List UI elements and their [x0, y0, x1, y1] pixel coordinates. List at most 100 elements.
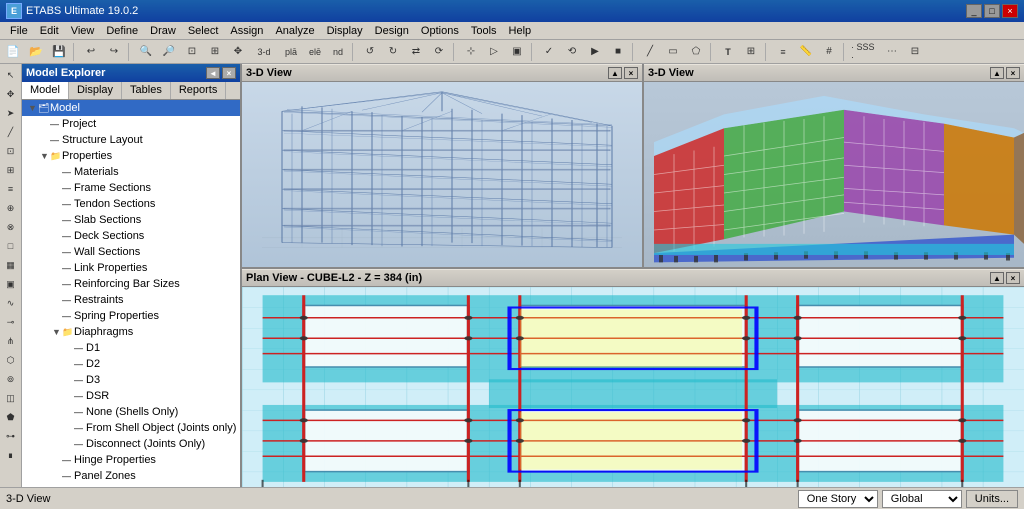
refresh-btn[interactable]: ⟲: [561, 42, 583, 62]
tree-item[interactable]: ▼🗂Model: [22, 100, 240, 116]
stop-btn[interactable]: ■: [607, 42, 629, 62]
pane-3d-right-controls[interactable]: ▲ ×: [990, 67, 1020, 79]
menu-help[interactable]: Help: [503, 24, 538, 38]
lt-move[interactable]: ✥: [2, 85, 20, 103]
lt-tool19[interactable]: ⬟: [2, 408, 20, 426]
pan-btn[interactable]: ✥: [227, 42, 249, 62]
nd-btn[interactable]: nd: [327, 42, 349, 62]
pointer-btn[interactable]: ▷: [483, 42, 505, 62]
pane-3d-right-pin[interactable]: ▲: [990, 67, 1004, 79]
pane-3d-left-pin[interactable]: ▲: [608, 67, 622, 79]
tree-item[interactable]: —DSR: [22, 388, 240, 404]
me-close-btn[interactable]: ×: [222, 67, 236, 79]
poly-btn[interactable]: ⬠: [685, 42, 707, 62]
me-tab-reports[interactable]: Reports: [171, 82, 227, 99]
menu-tools[interactable]: Tools: [465, 24, 503, 38]
menu-draw[interactable]: Draw: [144, 24, 182, 38]
lt-tool17[interactable]: ⊚: [2, 370, 20, 388]
minimize-button[interactable]: _: [966, 4, 982, 18]
menu-design[interactable]: Design: [369, 24, 415, 38]
lt-tool18[interactable]: ◫: [2, 389, 20, 407]
menu-select[interactable]: Select: [182, 24, 225, 38]
lt-tool20[interactable]: ⊶: [2, 427, 20, 445]
lt-tool14[interactable]: ⊸: [2, 313, 20, 331]
tree-item[interactable]: —Restraints: [22, 292, 240, 308]
tree-item[interactable]: —Structure Layout: [22, 132, 240, 148]
lt-tool9[interactable]: ⊗: [2, 218, 20, 236]
zoom-out-btn[interactable]: 🔎: [158, 42, 180, 62]
menu-assign[interactable]: Assign: [224, 24, 269, 38]
line-btn[interactable]: ╱: [639, 42, 661, 62]
me-pin-btn[interactable]: ◄: [206, 67, 220, 79]
tree-item[interactable]: —Tendon Sections: [22, 196, 240, 212]
undo-btn[interactable]: ↩: [80, 42, 102, 62]
tree-item[interactable]: —Reinforcing Bar Sizes: [22, 276, 240, 292]
rubber-btn[interactable]: ▣: [506, 42, 528, 62]
ruler-btn[interactable]: 📏: [795, 42, 817, 62]
text-btn[interactable]: T: [717, 42, 739, 62]
close-button[interactable]: ×: [1002, 4, 1018, 18]
select-btn[interactable]: ⊹: [460, 42, 482, 62]
lt-tool4[interactable]: ╱: [2, 123, 20, 141]
tree-item[interactable]: —D1: [22, 340, 240, 356]
view3d-right-viewport[interactable]: [644, 82, 1024, 267]
menu-analyze[interactable]: Analyze: [269, 24, 320, 38]
rect-btn[interactable]: ▭: [662, 42, 684, 62]
prop-btn[interactable]: ≡: [772, 42, 794, 62]
tree-item[interactable]: —Slab Sections: [22, 212, 240, 228]
lt-tool5[interactable]: ⊡: [2, 142, 20, 160]
titlebar-controls[interactable]: _ □ ×: [966, 4, 1018, 18]
tree-item[interactable]: —Disconnect (Joints Only): [22, 436, 240, 452]
lt-tool12[interactable]: ▣: [2, 275, 20, 293]
new-btn[interactable]: 📄: [2, 42, 24, 62]
tree-item[interactable]: —D3: [22, 372, 240, 388]
pane-3d-left-controls[interactable]: ▲ ×: [608, 67, 638, 79]
redo-btn[interactable]: ↪: [103, 42, 125, 62]
story-dropdown[interactable]: One Story: [798, 490, 878, 508]
pane-plan-controls[interactable]: ▲ ×: [990, 272, 1020, 284]
rot-cw-btn[interactable]: ↻: [382, 42, 404, 62]
me-tab-model[interactable]: Model: [22, 82, 69, 99]
lt-tool21[interactable]: ∎: [2, 446, 20, 464]
tree-item[interactable]: —D2: [22, 356, 240, 372]
reset-btn[interactable]: ⟳: [428, 42, 450, 62]
tree-item[interactable]: ▼📁Properties: [22, 148, 240, 164]
tree-item[interactable]: —None (Shells Only): [22, 404, 240, 420]
tree-item[interactable]: —From Shell Object (Joints only): [22, 420, 240, 436]
tree-item[interactable]: —Frame Sections: [22, 180, 240, 196]
tree-item[interactable]: —Deck Sections: [22, 228, 240, 244]
menu-options[interactable]: Options: [415, 24, 465, 38]
last-btn[interactable]: ⊟: [904, 42, 926, 62]
lt-select[interactable]: ↖: [2, 66, 20, 84]
elev-btn[interactable]: elē: [304, 42, 326, 62]
sss-btn[interactable]: · SSS ·: [850, 42, 880, 62]
extra-btn[interactable]: ⋯: [881, 42, 903, 62]
pane-3d-left-close[interactable]: ×: [624, 67, 638, 79]
maximize-button[interactable]: □: [984, 4, 1000, 18]
tree-item[interactable]: —Panel Zones: [22, 468, 240, 484]
plan-view-viewport[interactable]: [242, 287, 1024, 487]
tree-item[interactable]: —Hinge Properties: [22, 452, 240, 468]
lt-tool13[interactable]: ∿: [2, 294, 20, 312]
tree-item[interactable]: —Spring Properties: [22, 308, 240, 324]
lt-tool6[interactable]: ⊞: [2, 161, 20, 179]
pane-plan-pin[interactable]: ▲: [990, 272, 1004, 284]
lt-arrow[interactable]: ➤: [2, 104, 20, 122]
menu-view[interactable]: View: [65, 24, 101, 38]
zoom-win-btn[interactable]: ⊞: [204, 42, 226, 62]
pane-plan-close[interactable]: ×: [1006, 272, 1020, 284]
pane-3d-right-close[interactable]: ×: [1006, 67, 1020, 79]
global-dropdown[interactable]: Global: [882, 490, 962, 508]
plan-btn[interactable]: pl‌ā: [279, 42, 303, 62]
run-btn[interactable]: ▶: [584, 42, 606, 62]
lt-tool10[interactable]: □: [2, 237, 20, 255]
me-tree[interactable]: ▼🗂Model—Project—Structure Layout▼📁Proper…: [22, 100, 240, 487]
3d-btn[interactable]: 3-d: [250, 42, 278, 62]
zoom-in-btn[interactable]: 🔍: [135, 42, 157, 62]
filter-btn[interactable]: ⊞: [740, 42, 762, 62]
tree-item[interactable]: ▼📁Diaphragms: [22, 324, 240, 340]
menu-display[interactable]: Display: [321, 24, 369, 38]
flip-btn[interactable]: ⇄: [405, 42, 427, 62]
open-btn[interactable]: 📂: [25, 42, 47, 62]
lt-tool15[interactable]: ⋔: [2, 332, 20, 350]
